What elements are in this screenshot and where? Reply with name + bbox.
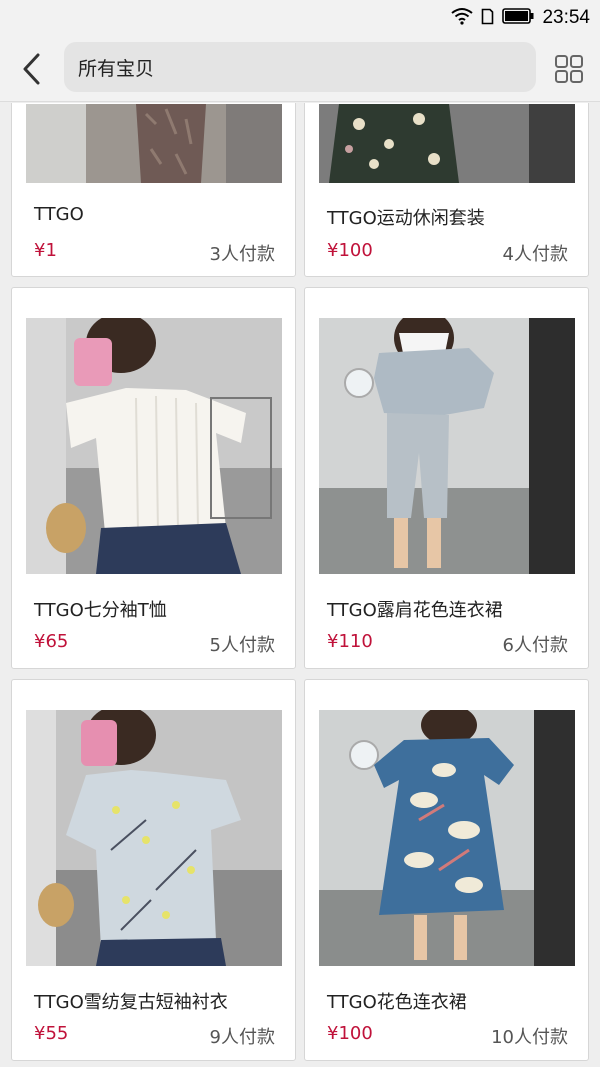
product-price: ¥100 — [327, 240, 373, 261]
product-title: TTGO雪纺复古短袖衬衣 — [34, 992, 228, 1013]
product-image — [26, 104, 282, 183]
wifi-icon — [451, 7, 474, 29]
product-title: TTGO运动休闲套装 — [327, 208, 485, 229]
product-price: ¥65 — [34, 631, 69, 652]
product-price: ¥1 — [34, 240, 57, 261]
product-image — [319, 104, 575, 183]
product-card[interactable]: TTGO雪纺复古短袖衬衣 ¥55 9人付款 — [11, 679, 296, 1061]
product-price: ¥100 — [327, 1023, 373, 1044]
product-image — [26, 710, 282, 966]
product-title: TTGO — [34, 204, 84, 225]
product-image — [319, 710, 575, 966]
product-sold-count: 5人付款 — [209, 635, 275, 656]
product-sold-count: 3人付款 — [209, 244, 275, 265]
product-card[interactable]: TTGO七分袖T恤 ¥65 5人付款 — [11, 287, 296, 669]
grid-view-icon — [555, 55, 583, 83]
product-sold-count: 4人付款 — [502, 244, 568, 265]
product-card[interactable]: TTGO花色连衣裙 ¥100 10人付款 — [304, 679, 589, 1061]
product-sold-count: 6人付款 — [502, 635, 568, 656]
product-sold-count: 9人付款 — [209, 1027, 275, 1048]
status-time: 23:54 — [542, 7, 590, 28]
product-card[interactable]: TTGO运动休闲套装 ¥100 4人付款 — [304, 103, 589, 277]
product-price: ¥110 — [327, 631, 373, 652]
product-title: TTGO七分袖T恤 — [34, 600, 167, 621]
product-image — [319, 318, 575, 574]
sim-card-icon — [481, 8, 494, 29]
product-title: TTGO花色连衣裙 — [327, 992, 467, 1013]
product-grid[interactable]: TTGO ¥1 3人付款 TTGO运动休闲套装 ¥100 4人付款 TTGO七分… — [0, 103, 600, 1067]
product-title: TTGO露肩花色连衣裙 — [327, 600, 503, 621]
grid-view-button[interactable] — [548, 48, 590, 90]
search-bar[interactable]: 所有宝贝 — [64, 42, 536, 92]
status-bar: 23:54 — [0, 0, 600, 36]
status-icons: 23:54 — [451, 6, 590, 30]
product-card[interactable]: TTGO露肩花色连衣裙 ¥110 6人付款 — [304, 287, 589, 669]
back-button[interactable] — [10, 48, 52, 90]
search-query-text: 所有宝贝 — [78, 57, 155, 80]
product-price: ¥55 — [34, 1023, 69, 1044]
battery-icon — [502, 8, 534, 28]
top-navigation-bar: 所有宝贝 — [0, 36, 600, 102]
product-sold-count: 10人付款 — [491, 1027, 568, 1048]
product-card[interactable]: TTGO ¥1 3人付款 — [11, 103, 296, 277]
chevron-left-icon — [23, 53, 40, 85]
product-image — [26, 318, 282, 574]
